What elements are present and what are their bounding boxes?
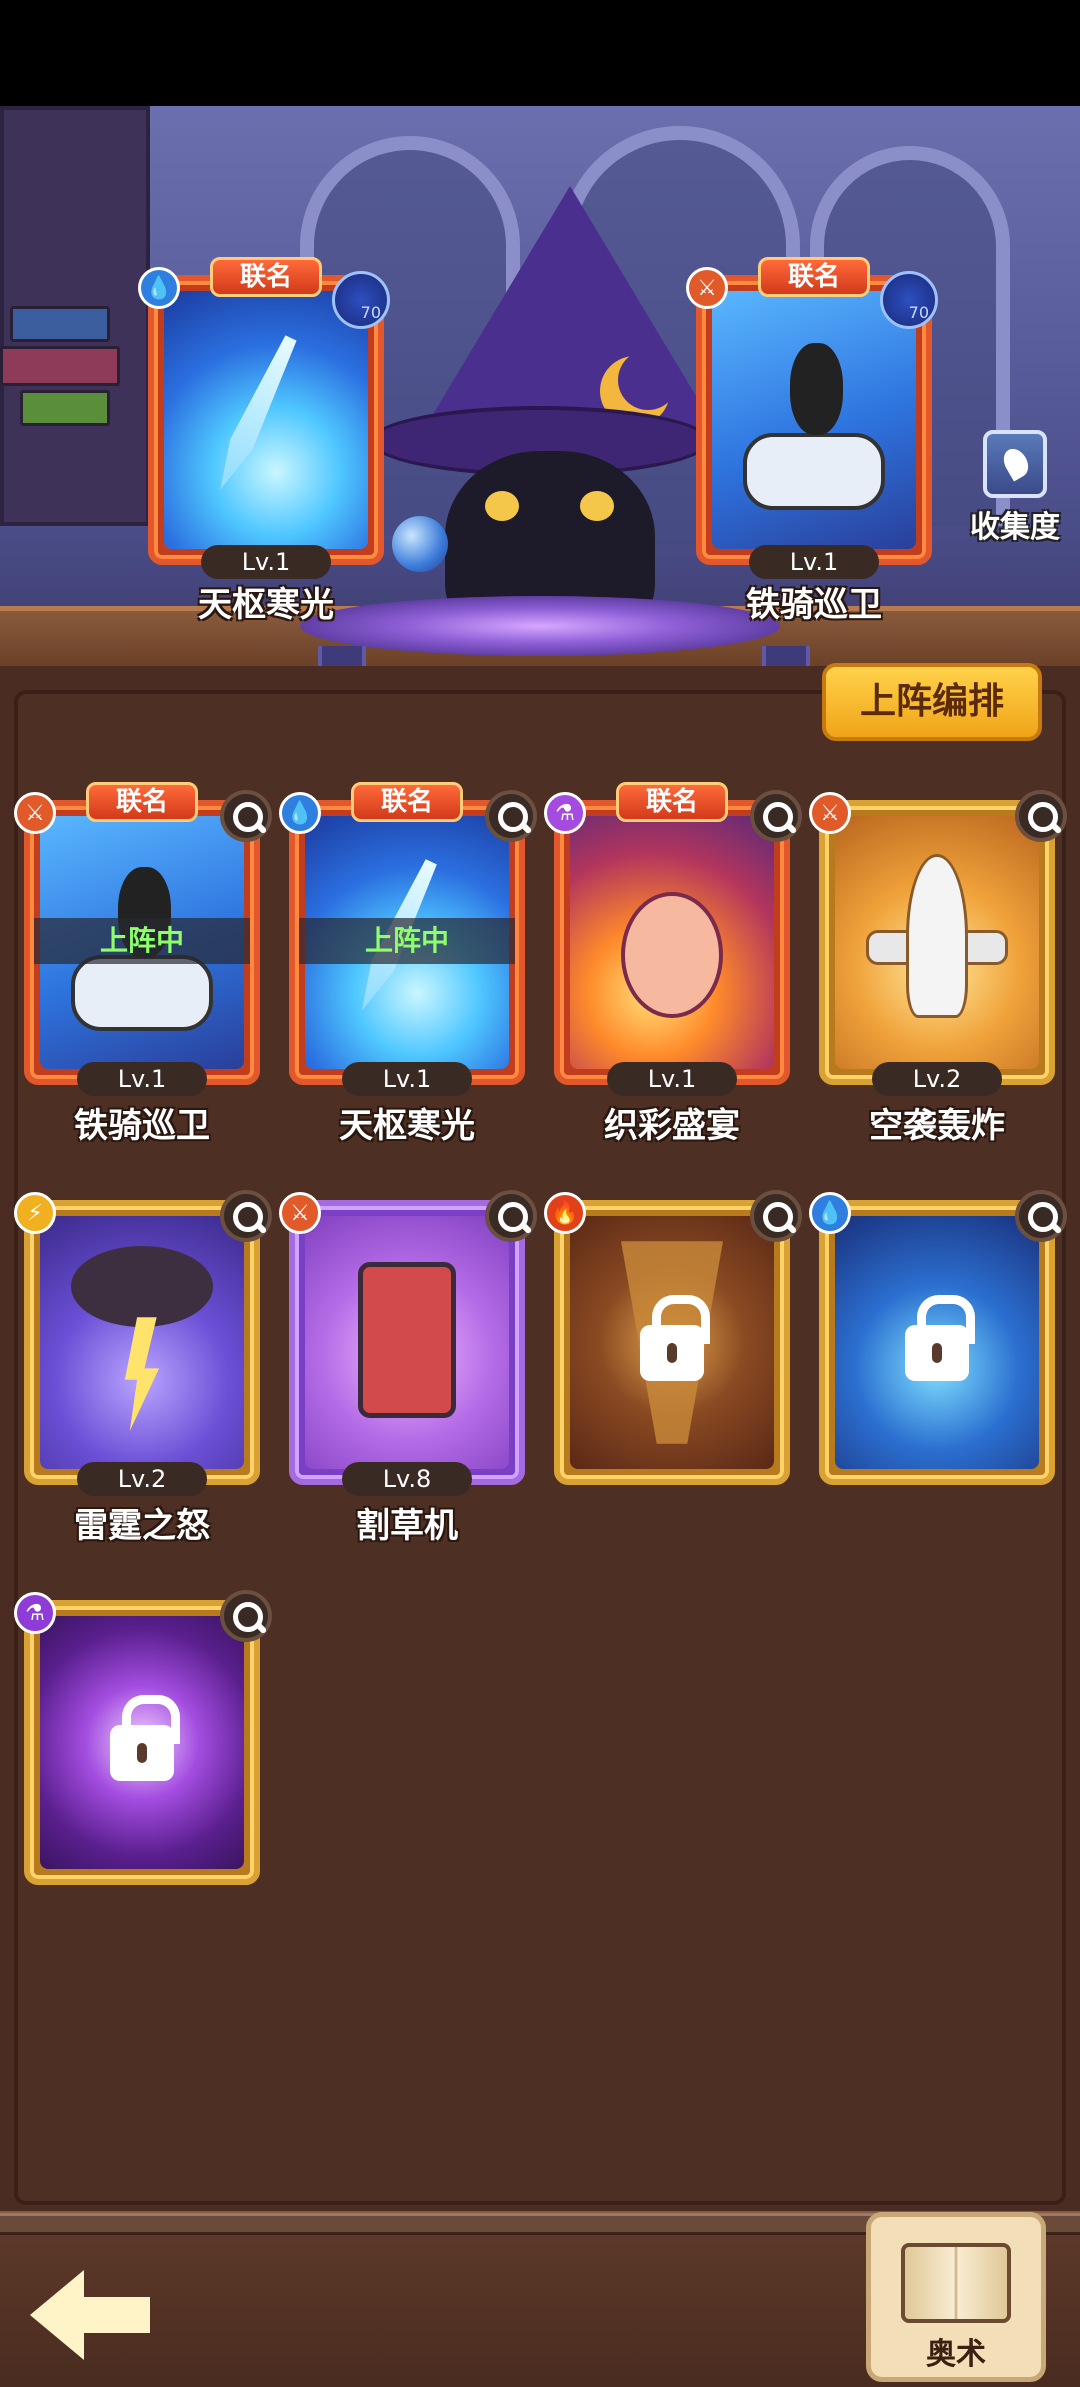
collab-tag: 联名 — [86, 782, 198, 822]
card-name: 天枢寒光 — [198, 585, 334, 625]
equipped-label: 上阵中 — [299, 918, 515, 964]
deployed-card-1[interactable]: 联名 💧 70 Lv.1 天枢寒光 — [138, 257, 390, 625]
level-plate: Lv.8 — [342, 1462, 472, 1496]
cat-eye — [485, 491, 519, 521]
locked-card[interactable]: 💧 — [809, 1190, 1067, 1485]
sword-icon: ⚔ — [14, 792, 56, 834]
back-button[interactable] — [30, 2270, 150, 2360]
crystal-ball — [392, 516, 448, 572]
wizard-hat — [420, 186, 720, 436]
lock-icon — [640, 1294, 710, 1381]
potion-icon: ⚗ — [14, 1592, 56, 1634]
level-plate: Lv.1 — [749, 545, 879, 579]
card-item[interactable]: ⚔ Lv.8 割草机 — [279, 1190, 537, 1546]
deploy-arrange-button[interactable]: 上阵编排 — [822, 663, 1042, 741]
cat-eye — [580, 491, 614, 521]
level-plate: Lv.1 — [342, 1062, 472, 1096]
card-item[interactable]: 上阵中 联名 ⚔ Lv.1 铁骑巡卫 — [14, 782, 272, 1146]
search-icon[interactable] — [485, 790, 537, 842]
search-icon[interactable] — [750, 790, 802, 842]
search-icon[interactable] — [485, 1190, 537, 1242]
collection-book-icon — [983, 430, 1047, 498]
card-name: 天枢寒光 — [339, 1106, 475, 1146]
book — [0, 346, 120, 386]
card-name: 割草机 — [356, 1506, 458, 1546]
skill-badge: 70 — [332, 271, 390, 329]
level-plate: Lv.1 — [607, 1062, 737, 1096]
card-name: 铁骑巡卫 — [74, 1106, 210, 1146]
card-item[interactable]: ⚔ Lv.2 空袭轰炸 — [809, 790, 1067, 1146]
collab-tag: 联名 — [616, 782, 728, 822]
lock-icon — [110, 1694, 180, 1781]
search-icon[interactable] — [1015, 790, 1067, 842]
card-name: 铁骑巡卫 — [746, 585, 882, 625]
status-bar — [0, 0, 1080, 106]
search-icon[interactable] — [220, 790, 272, 842]
potion-icon: ⚗ — [544, 792, 586, 834]
collection-button[interactable]: 收集度 — [960, 430, 1070, 546]
card-art-void-burst — [40, 1616, 244, 1869]
book — [20, 390, 110, 426]
sword-icon: ⚔ — [809, 792, 851, 834]
collab-tag: 联名 — [351, 782, 463, 822]
fire-icon: 🔥 — [544, 1192, 586, 1234]
card-art-airplane — [835, 816, 1039, 1069]
card-art-party — [570, 816, 774, 1069]
search-icon[interactable] — [750, 1190, 802, 1242]
hanging-banner — [762, 646, 810, 666]
card-name: 雷霆之怒 — [74, 1506, 210, 1546]
card-art-ice-crystal — [835, 1216, 1039, 1469]
card-art-storm — [40, 1216, 244, 1469]
card-name: 织彩盛宴 — [604, 1106, 740, 1146]
collection-label: 收集度 — [970, 510, 1060, 545]
lightning-icon: ⚡ — [14, 1192, 56, 1234]
search-icon[interactable] — [220, 1190, 272, 1242]
back-arrow-icon — [30, 2270, 150, 2360]
arcana-button[interactable]: 奥术 — [866, 2212, 1046, 2382]
level-plate: Lv.1 — [77, 1062, 207, 1096]
search-icon[interactable] — [220, 1590, 272, 1642]
water-drop-icon: 💧 — [809, 1192, 851, 1234]
locked-card[interactable]: 🔥 — [544, 1190, 802, 1485]
card-item[interactable]: 联名 ⚗ Lv.1 织彩盛宴 — [544, 782, 802, 1146]
search-icon[interactable] — [1015, 1190, 1067, 1242]
collab-tag: 联名 — [758, 257, 870, 297]
deployed-card-2[interactable]: 联名 ⚔ 70 Lv.1 铁骑巡卫 — [686, 257, 938, 625]
level-plate: Lv.1 — [201, 545, 331, 579]
level-plate: Lv.2 — [872, 1062, 1002, 1096]
card-item[interactable]: 上阵中 联名 💧 Lv.1 天枢寒光 — [279, 782, 537, 1146]
arcana-label: 奥术 — [926, 2337, 986, 2372]
card-item[interactable]: ⚡ Lv.2 雷霆之怒 — [14, 1190, 272, 1546]
locked-card[interactable]: ⚗ — [14, 1590, 272, 1885]
equipped-label: 上阵中 — [34, 918, 250, 964]
collab-tag: 联名 — [210, 257, 322, 297]
water-drop-icon: 💧 — [138, 267, 180, 309]
water-drop-icon: 💧 — [279, 792, 321, 834]
hanging-banner — [318, 646, 366, 666]
card-art-lawn-mower — [305, 1216, 509, 1469]
card-name: 空袭轰炸 — [869, 1106, 1005, 1146]
skill-badge: 70 — [880, 271, 938, 329]
lock-icon — [905, 1294, 975, 1381]
sword-icon: ⚔ — [686, 267, 728, 309]
card-art-tornado — [570, 1216, 774, 1469]
card-art-motorcycle — [712, 291, 916, 549]
book — [10, 306, 110, 342]
card-art-ice-sword — [164, 291, 368, 549]
spellbook-icon — [901, 2243, 1011, 2323]
sword-icon: ⚔ — [279, 1192, 321, 1234]
level-plate: Lv.2 — [77, 1462, 207, 1496]
